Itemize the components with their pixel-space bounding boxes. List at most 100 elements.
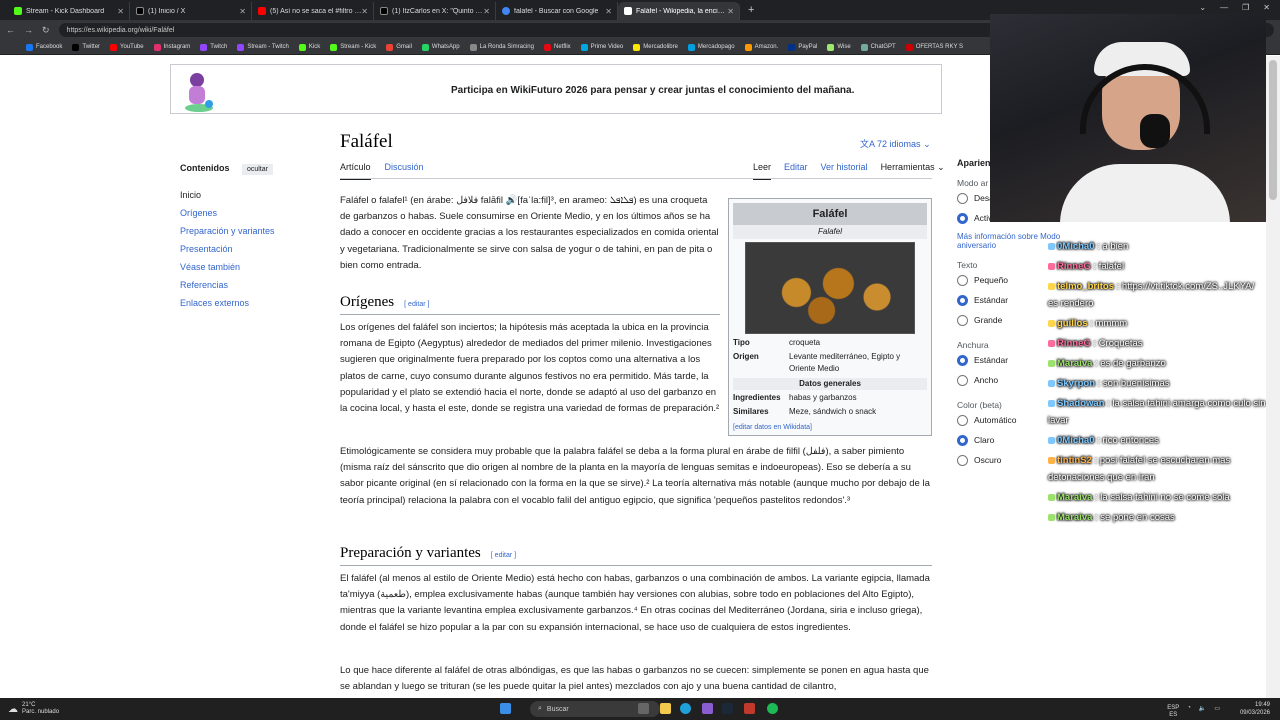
- badge-icon: [1048, 242, 1055, 250]
- bookmark-item[interactable]: Twitch: [200, 43, 228, 51]
- toc-item[interactable]: Preparación y variantes: [180, 226, 310, 244]
- edge-icon[interactable]: [680, 703, 691, 714]
- row-label: Ingredientes: [733, 393, 781, 402]
- minimize-icon[interactable]: —: [1220, 3, 1228, 12]
- wikifuturo-banner[interactable]: Participa en WikiFuturo 2026 para pensar…: [170, 64, 942, 114]
- toc-item[interactable]: Enlaces externos: [180, 298, 310, 316]
- banner-text[interactable]: Participa en WikiFuturo 2026 para pensar…: [451, 85, 854, 96]
- bookmark-item[interactable]: Wise: [827, 43, 851, 51]
- chat-message: Maraiva : la salsa tahini no se come sol…: [1048, 489, 1266, 506]
- page-title: Faláfel: [340, 131, 393, 152]
- close-icon[interactable]: ✕: [239, 7, 246, 16]
- edit-link-text[interactable]: editar: [495, 552, 513, 559]
- falafel-image[interactable]: [745, 242, 915, 334]
- close-window-icon[interactable]: ✕: [1263, 3, 1270, 12]
- bookmark-label: Prime Video: [590, 44, 624, 50]
- task-view-icon[interactable]: [638, 703, 649, 714]
- chat-username: Maraiva: [1057, 492, 1093, 503]
- weather-widget[interactable]: ☁ 21°C Parc. nublado: [8, 702, 59, 716]
- badge-icon: [1048, 513, 1055, 521]
- bookmark-item[interactable]: Mercadopago: [687, 43, 735, 51]
- radio-label: Ancho: [974, 375, 999, 385]
- translate-icon: 文A: [860, 139, 878, 149]
- toc-item[interactable]: Orígenes: [180, 208, 310, 226]
- chat-text: : rico entonces: [1097, 435, 1159, 446]
- radio-icon: [957, 414, 968, 426]
- tools-label: Herramientas: [880, 162, 935, 172]
- toc-item[interactable]: Referencias: [180, 280, 310, 298]
- bookmark-icon: [543, 43, 551, 51]
- reload-icon[interactable]: ↻: [42, 25, 50, 36]
- close-icon[interactable]: ✕: [727, 7, 734, 16]
- new-tab-button[interactable]: +: [748, 4, 754, 16]
- taskbar-clock[interactable]: 19:49 09/03/2026: [1240, 701, 1270, 717]
- battery-icon[interactable]: ▭: [1214, 705, 1220, 719]
- bookmark-item[interactable]: Amazon.: [744, 43, 779, 51]
- app-icon[interactable]: [702, 703, 713, 714]
- toc-item[interactable]: Inicio: [180, 190, 310, 208]
- lang-indicator[interactable]: ESP: [1167, 705, 1179, 712]
- bookmark-item[interactable]: Facebook: [26, 43, 62, 51]
- bookmark-item[interactable]: Stream - Kick: [330, 43, 376, 51]
- back-icon[interactable]: ←: [6, 25, 15, 35]
- bookmark-label: Amazon.: [754, 44, 779, 50]
- badge-icon: [1048, 262, 1055, 270]
- bookmark-item[interactable]: La Ronda Simracing: [469, 43, 534, 51]
- bookmark-item[interactable]: Prime Video: [580, 43, 624, 51]
- tab-youtube[interactable]: (5) Así no se saca el #filtro de haba✕: [252, 2, 374, 20]
- tab-x-home[interactable]: (1) Inicio / X ✕: [130, 2, 252, 20]
- row-value: Meze, sándwich o snack: [789, 407, 877, 416]
- tab-title: (1) Inicio / X: [148, 7, 186, 15]
- chat-username: telmo_britos: [1057, 281, 1115, 292]
- tab-wikipedia-falafel[interactable]: Faláfel - Wikipedia, la enciclopedia✕: [618, 2, 740, 20]
- toc-hide-button[interactable]: ocultar: [241, 164, 273, 175]
- bookmark-item[interactable]: PayPal: [788, 43, 817, 51]
- date: 09/03/2026: [1239, 710, 1270, 716]
- close-icon[interactable]: ✕: [361, 7, 368, 16]
- chat-message: RinneG : falafel: [1048, 258, 1266, 275]
- file-explorer-icon[interactable]: [660, 703, 671, 714]
- close-icon[interactable]: ✕: [483, 7, 490, 16]
- toc-item[interactable]: Véase también: [180, 262, 310, 280]
- close-icon[interactable]: ✕: [117, 7, 124, 16]
- forward-icon[interactable]: →: [24, 25, 33, 35]
- bookmark-item[interactable]: Instagram: [153, 43, 190, 51]
- bookmark-icon: [110, 43, 118, 51]
- bookmark-label: Twitch: [210, 44, 228, 50]
- edit-link-text[interactable]: editar: [408, 301, 426, 308]
- volume-icon[interactable]: 🔈: [1199, 705, 1206, 719]
- bookmark-item[interactable]: Gmail: [386, 43, 412, 51]
- toc-item[interactable]: Presentación: [180, 244, 310, 262]
- bookmark-item[interactable]: WhatsApp: [421, 43, 460, 51]
- bookmark-item[interactable]: Netflix: [543, 43, 571, 51]
- bookmark-item[interactable]: Twitter: [72, 43, 100, 51]
- tab-x-post[interactable]: (1) ItzCarlos en X: "Quinto comba✕: [374, 2, 496, 20]
- maximize-icon[interactable]: ❐: [1242, 3, 1249, 12]
- scrollbar-thumb[interactable]: [1269, 60, 1277, 200]
- bookmark-item[interactable]: OFERTAS RKY S: [905, 43, 963, 51]
- steam-icon[interactable]: [722, 703, 733, 714]
- bookmark-item[interactable]: ChatGPT: [860, 43, 896, 51]
- edit-link[interactable]: [ editar ]: [404, 301, 429, 308]
- toc-title: Contenidos: [180, 163, 230, 173]
- chevron-down-icon[interactable]: ⌄: [1199, 3, 1206, 12]
- wifi-icon[interactable]: ◔: [1187, 705, 1191, 719]
- page-scrollbar[interactable]: [1266, 56, 1280, 698]
- tab-google-search[interactable]: falafel - Buscar con Google ✕: [496, 2, 618, 20]
- spotify-icon[interactable]: [767, 703, 778, 714]
- microphone-icon: [1140, 114, 1170, 148]
- language-button[interactable]: 文A 72 idiomas ⌄: [860, 137, 931, 150]
- tab-kick-dashboard[interactable]: Stream - Kick Dashboard ✕: [8, 2, 130, 20]
- bookmark-item[interactable]: Mercadolibre: [633, 43, 678, 51]
- radio-label: Claro: [974, 435, 995, 445]
- bookmark-item[interactable]: Stream - Twitch: [237, 43, 289, 51]
- bookmark-item[interactable]: Kick: [298, 43, 320, 51]
- bookmark-item[interactable]: YouTube: [110, 43, 144, 51]
- windows-start-icon[interactable]: [500, 703, 511, 714]
- close-icon[interactable]: ✕: [605, 7, 612, 16]
- wikidata-edit-link[interactable]: [editar datos en Wikidata]: [733, 424, 927, 431]
- edit-link[interactable]: [ editar ]: [491, 552, 516, 559]
- app-icon[interactable]: [744, 703, 755, 714]
- tab-title: (5) Así no se saca el #filtro de haba: [270, 7, 362, 15]
- chat-username: Shadowan: [1057, 398, 1105, 409]
